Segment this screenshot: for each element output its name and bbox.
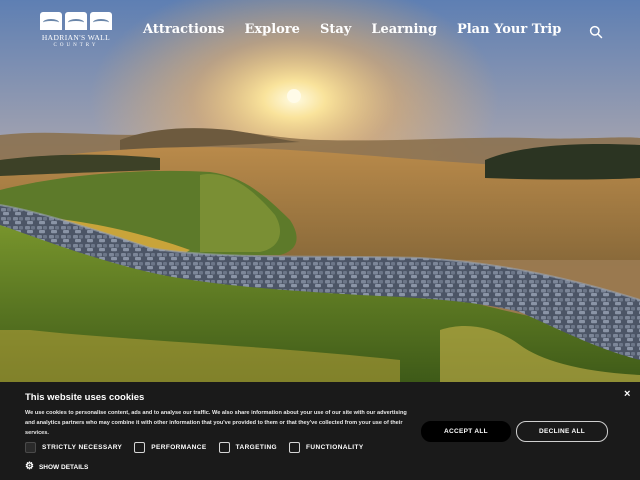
hero-image: HADRIAN'S WALL COUNTRY Attractions Explo…: [0, 0, 640, 382]
decline-all-button[interactable]: DECLINE ALL: [516, 421, 608, 442]
category-label: STRICTLY NECESSARY: [42, 444, 123, 451]
logo-subname: COUNTRY: [53, 43, 99, 48]
nav-item-learning[interactable]: Learning: [371, 22, 437, 37]
targeting-checkbox[interactable]: [218, 442, 230, 453]
nav-item-attractions[interactable]: Attractions: [143, 22, 224, 37]
category-targeting: TARGETING: [218, 442, 278, 453]
close-icon[interactable]: ×: [624, 388, 630, 400]
category-functionality: FUNCTIONALITY: [289, 442, 364, 453]
category-label: TARGETING: [235, 444, 278, 451]
site-logo[interactable]: HADRIAN'S WALL COUNTRY: [40, 12, 112, 52]
category-strictly-necessary: STRICTLY NECESSARY: [25, 442, 122, 453]
category-label: FUNCTIONALITY: [306, 444, 364, 451]
category-performance: PERFORMANCE: [134, 442, 206, 453]
nav-item-plan-your-trip[interactable]: Plan Your Trip: [457, 22, 561, 37]
nav-item-explore[interactable]: Explore: [244, 22, 299, 37]
nav-item-stay[interactable]: Stay: [320, 22, 351, 37]
performance-checkbox[interactable]: [134, 442, 146, 453]
main-nav: Attractions Explore Stay Learning Plan Y…: [143, 22, 561, 37]
gear-icon: ⚙: [25, 461, 34, 472]
cookie-banner: This website uses cookies We use cookies…: [0, 382, 640, 480]
show-details-label: SHOW DETAILS: [38, 463, 89, 471]
category-label: PERFORMANCE: [151, 444, 207, 451]
cookie-title: This website uses cookies: [25, 392, 145, 403]
functionality-checkbox[interactable]: [289, 442, 301, 453]
landscape-image: [0, 0, 640, 382]
cookie-text: We use cookies to personalise content, a…: [25, 410, 407, 436]
search-icon[interactable]: [589, 25, 603, 39]
cookie-categories: STRICTLY NECESSARY PERFORMANCE TARGETING…: [25, 442, 376, 453]
strictly-necessary-checkbox: [25, 442, 36, 453]
accept-all-button[interactable]: ACCEPT ALL: [421, 421, 511, 442]
logo-arches-icon: [40, 12, 112, 30]
logo-name: HADRIAN'S WALL: [41, 33, 111, 42]
show-details-link[interactable]: ⚙ SHOW DETAILS: [25, 462, 88, 472]
